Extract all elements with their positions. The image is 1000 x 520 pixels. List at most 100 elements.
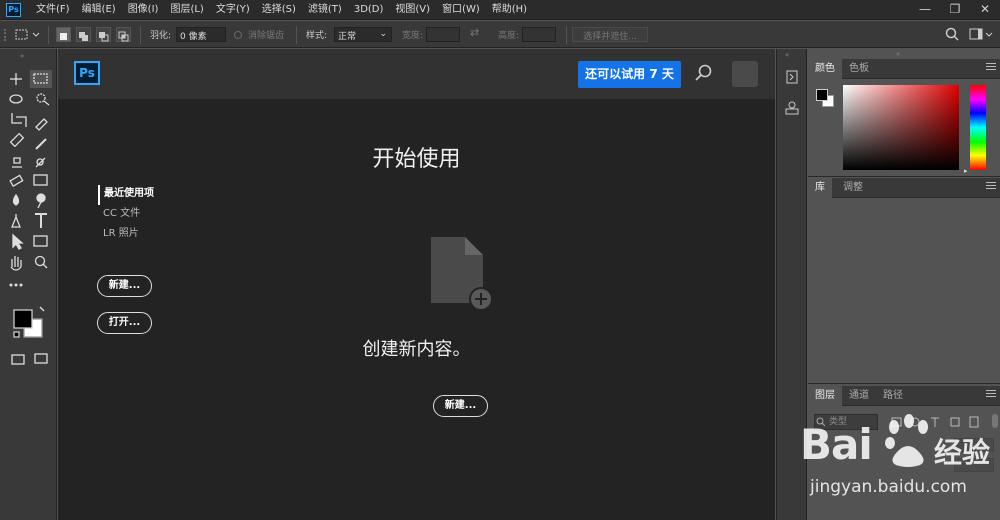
home-screen: Ps 还可以试用 7 天 开始使用 最近使用项 CC 文件 LR 照片 新建..… <box>58 49 775 520</box>
menu-filter[interactable]: 滤镜(T) <box>308 0 342 20</box>
panel-menu-icon[interactable] <box>986 390 996 400</box>
history-panel-button[interactable] <box>782 67 802 87</box>
hue-slider-handle-icon[interactable]: ▸ <box>964 167 968 175</box>
baidu-watermark: Bai 经验 jingyan.baidu.com <box>800 405 1000 520</box>
height-label: 高度: <box>498 31 520 41</box>
eyedropper-tool-icon <box>35 118 48 131</box>
properties-icon <box>785 101 799 115</box>
intersect-selection-button[interactable] <box>116 27 131 42</box>
home-logo: Ps <box>74 61 100 85</box>
quick-select-tool-icon <box>36 93 50 106</box>
color-fg-swatch[interactable] <box>816 89 828 101</box>
hand-tool-icon <box>10 256 22 271</box>
select-and-mask-button[interactable]: 选择并遮住... <box>572 27 648 42</box>
move-tool-icon <box>10 73 22 85</box>
search-icon <box>945 27 959 41</box>
layers-tab-bar: 图层 通道 路径 <box>808 386 1000 406</box>
subtract-selection-button[interactable] <box>96 27 111 42</box>
menu-select[interactable]: 选择(S) <box>262 0 296 20</box>
trial-button[interactable]: 还可以试用 7 天 <box>578 61 681 88</box>
nav-recent[interactable]: 最近使用项 <box>98 185 154 205</box>
collapse-chevrons-icon[interactable]: « <box>896 50 900 58</box>
blur-tool-icon <box>12 193 20 206</box>
page-title: 开始使用 <box>372 147 461 172</box>
swap-colors-icon <box>39 306 45 312</box>
swap-icon[interactable]: ⇄ <box>470 26 479 39</box>
tab-libraries[interactable]: 库 <box>808 178 832 198</box>
color-field[interactable] <box>843 85 959 170</box>
more-tools-icon <box>9 283 23 287</box>
new-button[interactable]: 新建... <box>97 275 152 297</box>
panel-menu-icon[interactable] <box>986 63 996 73</box>
menu-file[interactable]: 文件(F) <box>36 0 70 20</box>
width-input[interactable] <box>426 27 460 42</box>
tools-panel: » <box>0 49 57 520</box>
properties-panel-button[interactable] <box>782 97 802 117</box>
antialias-checkbox[interactable] <box>234 31 242 39</box>
menu-help[interactable]: 帮助(H) <box>492 0 527 20</box>
workspace-icon <box>969 28 993 40</box>
menu-layer[interactable]: 图层(L) <box>170 0 203 20</box>
open-button[interactable]: 打开... <box>97 312 152 334</box>
dodge-tool-icon <box>36 193 46 209</box>
close-button[interactable]: ✕ <box>970 0 1000 20</box>
add-selection-button[interactable] <box>76 27 91 42</box>
tab-layers[interactable]: 图层 <box>808 386 842 406</box>
tool-icons <box>9 70 52 365</box>
type-tool-icon <box>35 213 47 228</box>
style-label: 样式: <box>306 31 328 41</box>
feather-input[interactable]: 0 像素 <box>176 27 226 42</box>
tab-paths[interactable]: 路径 <box>876 386 910 406</box>
add-selection-icon <box>79 32 88 41</box>
chevron-down-icon: ⌄ <box>379 29 387 39</box>
menu-view[interactable]: 视图(V) <box>395 0 430 20</box>
brush-tool-icon <box>35 138 47 150</box>
height-input[interactable] <box>522 27 556 42</box>
side-nav: 最近使用项 CC 文件 LR 照片 <box>98 185 154 245</box>
menu-window[interactable]: 窗口(W) <box>442 0 480 20</box>
restore-button[interactable]: ❐ <box>940 0 970 20</box>
grip-handle[interactable] <box>4 29 6 41</box>
new-selection-button[interactable] <box>56 27 71 42</box>
avatar[interactable] <box>732 61 758 87</box>
feather-label: 羽化: <box>150 31 172 41</box>
app-logo: Ps <box>6 3 21 17</box>
watermark-brand-suffix: 经验 <box>934 436 991 469</box>
tool-preset-picker[interactable] <box>14 27 42 43</box>
menu-edit[interactable]: 编辑(E) <box>82 0 116 20</box>
tab-swatches[interactable]: 色板 <box>842 59 876 79</box>
menu-3d[interactable]: 3D(D) <box>354 0 384 20</box>
baidu-paw-icon <box>885 414 928 467</box>
foreground-color-swatch <box>13 309 33 329</box>
menu-bar: Ps 文件(F) 编辑(E) 图像(I) 图层(L) 文字(Y) 选择(S) 滤… <box>0 0 1000 20</box>
workspace-switcher[interactable] <box>968 26 994 42</box>
separator <box>296 26 297 44</box>
tab-channels[interactable]: 通道 <box>842 386 876 406</box>
crop-tool-icon <box>11 113 27 127</box>
collapse-chevrons-icon[interactable]: » <box>20 52 24 60</box>
library-tab-bar: 库 调整 <box>808 178 1000 198</box>
search-button[interactable] <box>944 26 960 42</box>
collapse-chevrons-icon[interactable]: « <box>785 51 789 59</box>
style-select[interactable]: 正常 ⌄ <box>334 27 392 42</box>
default-colors-icon <box>13 331 20 338</box>
menu-image[interactable]: 图像(I) <box>128 0 159 20</box>
panel-menu-icon[interactable] <box>986 182 996 192</box>
history-brush-tool-icon <box>35 157 46 168</box>
nav-cc-files[interactable]: CC 文件 <box>98 205 154 225</box>
quick-mask-icon <box>11 354 25 365</box>
hue-slider[interactable] <box>970 85 986 170</box>
libraries-panel: 库 调整 <box>808 178 1000 384</box>
menu-type[interactable]: 文字(Y) <box>216 0 250 20</box>
minimize-button[interactable]: — <box>910 0 940 20</box>
nav-lr-photos[interactable]: LR 照片 <box>98 225 154 245</box>
home-header: Ps 还可以试用 7 天 <box>58 49 775 99</box>
options-bar: 羽化: 0 像素 消除锯齿 样式: 正常 ⌄ 宽度: ⇄ 高度: 选择并遮住..… <box>0 21 1000 48</box>
tab-color[interactable]: 颜色 <box>808 59 842 79</box>
tab-adjustments[interactable]: 调整 <box>836 178 870 198</box>
intersect-selection-icon <box>118 31 129 42</box>
new-document-icon <box>428 237 493 311</box>
eraser-tool-icon <box>9 174 24 187</box>
create-new-button[interactable]: 新建... <box>433 395 488 417</box>
home-search-button[interactable] <box>694 63 714 83</box>
